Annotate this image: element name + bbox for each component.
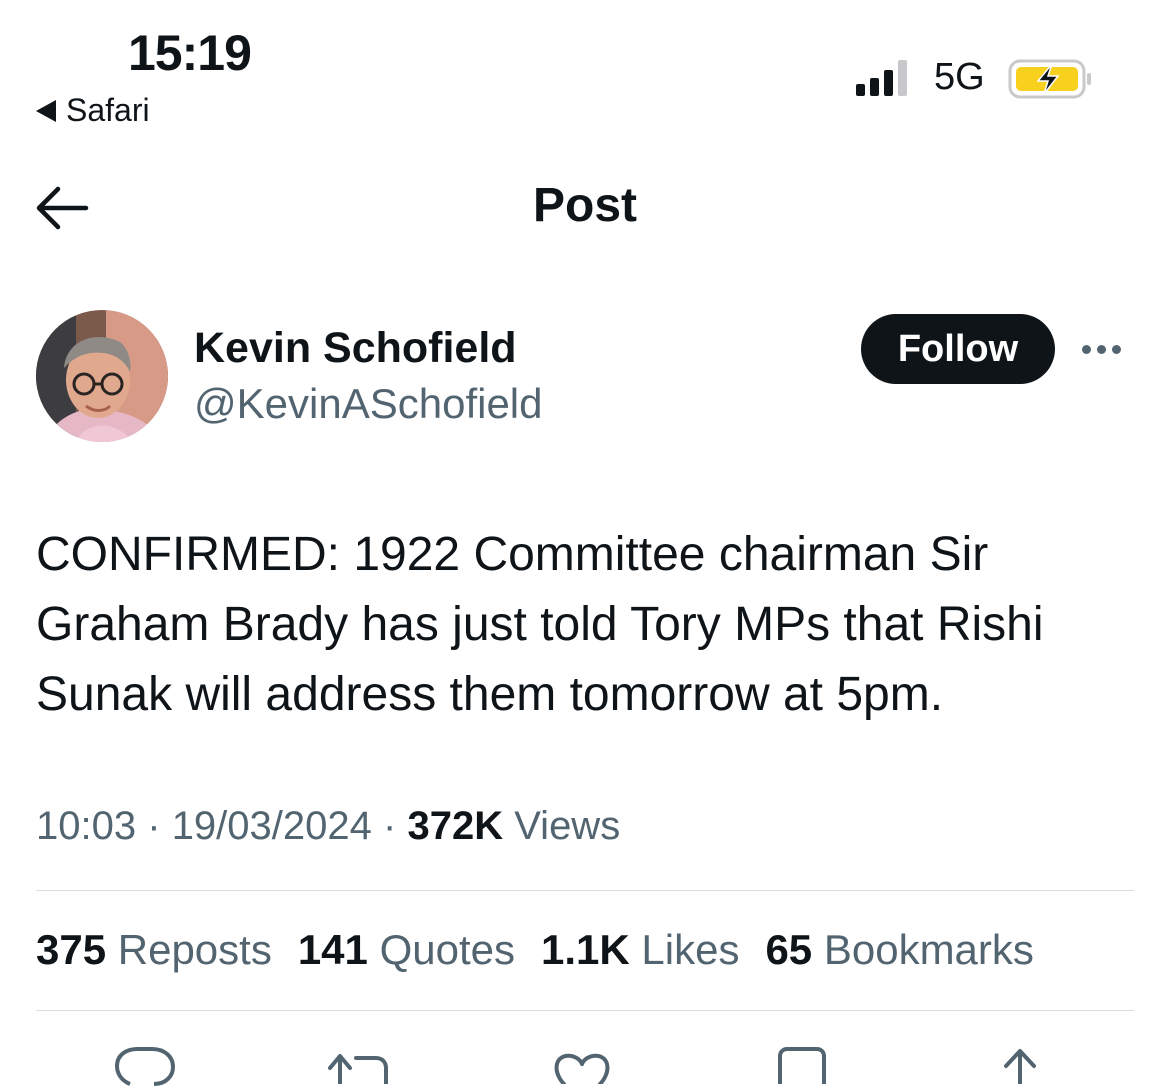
status-time: 15:19 — [128, 25, 252, 81]
back-triangle-icon — [36, 99, 56, 122]
signal-strength-icon — [856, 60, 907, 96]
author-handle[interactable]: @KevinASchofield — [194, 380, 543, 428]
stat-reposts[interactable]: 375 Reposts — [36, 926, 272, 974]
avatar[interactable] — [36, 310, 168, 442]
battery-charging-icon — [1008, 58, 1094, 105]
tweet-text: CONFIRMED: 1922 Committee chairman Sir G… — [36, 528, 1044, 721]
more-icon[interactable] — [1082, 338, 1130, 360]
heart-icon[interactable] — [552, 1050, 612, 1089]
author-name[interactable]: Kevin Schofield — [194, 324, 517, 373]
tweet-date[interactable]: 19/03/2024 — [172, 804, 372, 848]
tweet-time[interactable]: 10:03 — [36, 804, 136, 848]
stat-likes[interactable]: 1.1K Likes — [541, 926, 739, 974]
repost-icon[interactable] — [326, 1050, 396, 1089]
page-title: Post — [532, 179, 637, 232]
divider — [36, 1010, 1134, 1011]
tweet-meta: 10:03 · 19/03/2024 · 372K Views — [36, 804, 620, 849]
engagement-stats: 375 Reposts 141 Quotes 1.1K Likes 65 Boo… — [36, 926, 1034, 974]
stat-quotes[interactable]: 141 Quotes — [298, 926, 515, 974]
divider — [36, 890, 1134, 891]
views-count: 372K — [407, 804, 504, 848]
stat-bookmarks[interactable]: 65 Bookmarks — [765, 926, 1033, 974]
views-label: Views — [514, 804, 621, 848]
share-icon[interactable] — [998, 1046, 1042, 1089]
meta-separator: · — [147, 804, 161, 848]
network-type: 5G — [934, 56, 985, 98]
back-to-safari[interactable]: Safari — [36, 92, 150, 129]
bookmark-icon[interactable] — [776, 1046, 828, 1089]
follow-button[interactable]: Follow — [861, 314, 1055, 384]
back-app-label: Safari — [66, 92, 150, 128]
reply-icon[interactable] — [114, 1046, 176, 1091]
meta-separator: · — [383, 804, 397, 848]
